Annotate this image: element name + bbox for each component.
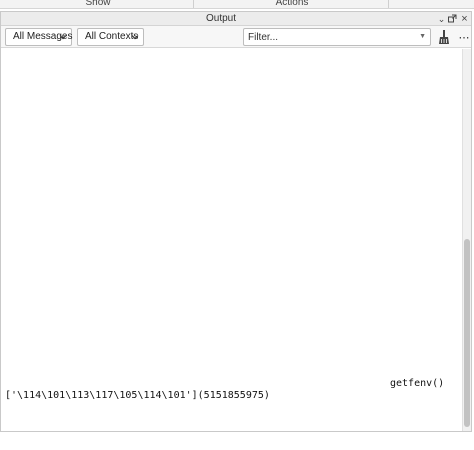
clear-output-button[interactable] xyxy=(436,29,452,45)
close-icon[interactable]: × xyxy=(459,12,470,26)
panel-titlebar: Output ⌄ × xyxy=(1,12,471,26)
output-line: getfenv() xyxy=(390,378,445,389)
chevron-down-icon xyxy=(131,29,139,46)
output-panel: Output ⌄ × All Messages All Contexts ▼ xyxy=(0,11,472,432)
more-horizontal-icon: ⋯ xyxy=(458,31,470,44)
output-toolbar: All Messages All Contexts ▼ ⋯ xyxy=(1,26,471,48)
scrollbar-thumb[interactable] xyxy=(464,239,470,427)
chevron-down-icon xyxy=(59,29,67,46)
more-options-button[interactable]: ⋯ xyxy=(456,29,472,45)
tab-divider xyxy=(388,0,389,8)
actions-tab[interactable]: Actions xyxy=(252,0,332,8)
top-tab-strip: Show Actions xyxy=(0,0,474,9)
filter-history-dropdown-icon[interactable]: ▼ xyxy=(419,29,426,45)
output-log[interactable]: getfenv() ['\114\101\113\117\105\114\101… xyxy=(1,49,462,431)
filter-box: ▼ xyxy=(243,28,431,46)
tab-divider xyxy=(193,0,194,8)
broom-icon xyxy=(439,29,449,44)
output-scrollbar[interactable] xyxy=(462,49,471,431)
messages-filter-dropdown[interactable]: All Messages xyxy=(5,28,72,46)
undock-icon[interactable] xyxy=(447,12,458,26)
filter-input[interactable] xyxy=(244,29,414,45)
contexts-filter-dropdown[interactable]: All Contexts xyxy=(77,28,144,46)
output-line: ['\114\101\113\117\105\114\101'](5151855… xyxy=(5,390,270,401)
show-tab[interactable]: Show xyxy=(60,0,136,8)
panel-title: Output xyxy=(205,13,237,24)
chevron-down-icon[interactable]: ⌄ xyxy=(436,12,447,26)
